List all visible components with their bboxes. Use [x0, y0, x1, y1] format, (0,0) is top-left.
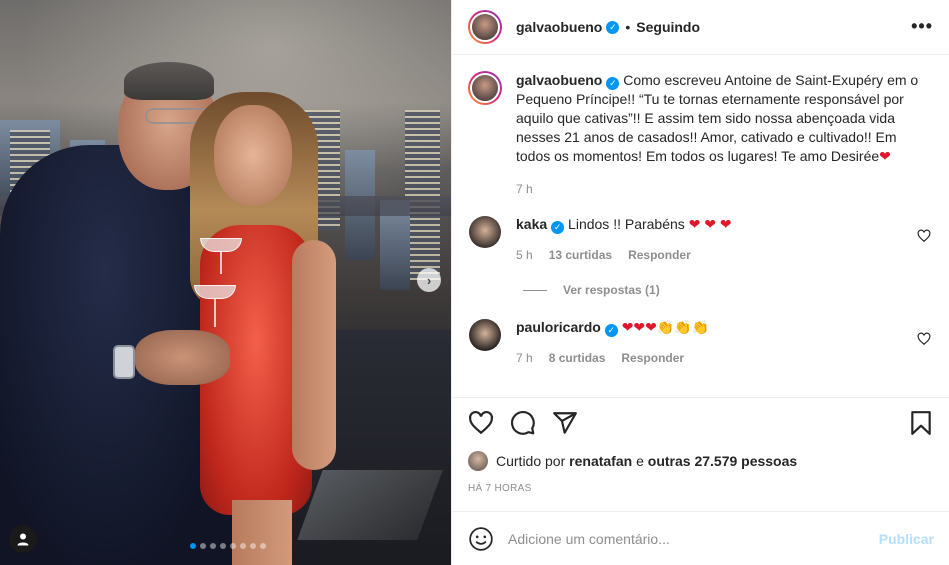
comment-text: Lindos !! Parabéns	[568, 216, 685, 232]
liked-by-others[interactable]: outras 27.579 pessoas	[648, 453, 797, 469]
comment-icon[interactable]	[510, 410, 536, 436]
separator: •	[625, 19, 631, 35]
like-comment-heart-icon[interactable]	[917, 229, 931, 243]
reply-button[interactable]: Responder	[628, 246, 691, 265]
comment-body: kaka ✓ Lindos !! Parabéns ❤ ❤ ❤ 5 h 13 cu…	[516, 215, 926, 265]
photo-building	[405, 110, 440, 280]
carousel-dot	[260, 543, 266, 549]
carousel-dot	[230, 543, 236, 549]
comment-body: pauloricardo ✓ ❤❤❤👏👏👏 7 h 8 curtidas Resp…	[516, 318, 926, 368]
verified-badge-icon: ✓	[606, 77, 620, 90]
carousel-dot	[250, 543, 256, 549]
photo-woman-arm	[292, 240, 336, 470]
share-icon[interactable]	[552, 410, 578, 436]
comments-section: galvaobueno ✓ Como escreveu Antoine de Sa…	[452, 55, 949, 408]
comment-input[interactable]	[508, 530, 879, 547]
like-comment-heart-icon[interactable]	[917, 332, 931, 346]
replies-line	[523, 289, 547, 291]
carousel-dot	[220, 543, 226, 549]
action-icons	[468, 408, 934, 438]
heart-emoji: ❤	[879, 148, 891, 164]
caption-username[interactable]: galvaobueno	[516, 72, 602, 88]
chevron-right-icon: ›	[426, 272, 432, 288]
caption-meta: 7 h	[516, 180, 926, 199]
photo-rooftop	[297, 470, 443, 540]
photo-man-hand	[135, 330, 230, 385]
liked-by-middle: e	[636, 453, 644, 469]
user-icon	[17, 533, 29, 546]
add-comment-bar: Publicar	[452, 511, 949, 565]
caption-body: galvaobueno ✓ Como escreveu Antoine de Sa…	[516, 71, 926, 199]
photo-woman-face	[214, 105, 292, 205]
emoji-icon[interactable]	[468, 526, 494, 552]
photo-glass-stem	[220, 252, 222, 274]
view-replies-button[interactable]: Ver respostas (1)	[523, 283, 933, 297]
verified-badge-icon: ✓	[551, 221, 565, 234]
verified-badge-icon: ✓	[604, 324, 618, 337]
comment-meta: 7 h 8 curtidas Responder	[516, 349, 926, 368]
reply-button[interactable]: Responder	[621, 349, 684, 368]
comment-likes[interactable]: 13 curtidas	[549, 246, 612, 265]
photo-watch	[113, 345, 135, 379]
comment-time[interactable]: 5 h	[516, 246, 533, 265]
heart-emojis: ❤ ❤ ❤	[688, 216, 732, 232]
publish-button[interactable]: Publicar	[879, 531, 934, 547]
comment-username[interactable]: pauloricardo	[516, 319, 601, 335]
liked-by: Curtido por renatafan e outras 27.579 pe…	[468, 451, 934, 471]
comment-item: pauloricardo ✓ ❤❤❤👏👏👏 7 h 8 curtidas Resp…	[468, 318, 933, 368]
commenter-avatar[interactable]	[468, 318, 502, 352]
comment-meta: 5 h 13 curtidas Responder	[516, 246, 926, 265]
instagram-post-modal: › galvaobueno ✓ • Seguindo ••• galvaobue…	[0, 0, 949, 565]
verified-badge-icon: ✓	[606, 20, 620, 34]
liker-avatar[interactable]	[468, 451, 488, 471]
carousel-dot	[190, 543, 196, 549]
post-time-ago[interactable]: HÁ 7 HORAS	[468, 483, 934, 494]
bookmark-icon[interactable]	[908, 410, 934, 436]
heart-emojis: ❤❤❤	[621, 319, 657, 335]
liked-by-prefix: Curtido por	[496, 453, 566, 469]
post-photo[interactable]: ›	[0, 0, 451, 565]
more-options-icon[interactable]: •••	[911, 16, 933, 37]
view-replies-label: Ver respostas (1)	[563, 283, 660, 297]
liked-by-user[interactable]: renatafan	[569, 453, 632, 469]
author-avatar[interactable]	[468, 71, 502, 105]
caption-time[interactable]: 7 h	[516, 180, 533, 199]
comment-item: kaka ✓ Lindos !! Parabéns ❤ ❤ ❤ 5 h 13 cu…	[468, 215, 933, 265]
carousel-dot	[240, 543, 246, 549]
carousel-dot	[210, 543, 216, 549]
carousel-next-button[interactable]: ›	[417, 268, 441, 292]
following-button[interactable]: Seguindo	[636, 19, 700, 35]
carousel-indicator	[190, 543, 266, 549]
photo-man-hair	[124, 62, 214, 100]
author-info: galvaobueno ✓ • Seguindo	[516, 19, 700, 35]
author-username[interactable]: galvaobueno	[516, 19, 602, 35]
photo-glass-stem	[214, 299, 216, 327]
post-header: galvaobueno ✓ • Seguindo •••	[452, 0, 949, 55]
comment-likes[interactable]: 8 curtidas	[549, 349, 606, 368]
author-avatar[interactable]	[468, 10, 502, 44]
photo-woman-legs	[232, 500, 292, 565]
carousel-dot	[200, 543, 206, 549]
comment-username[interactable]: kaka	[516, 216, 547, 232]
commenter-avatar[interactable]	[468, 215, 502, 249]
post-actions: Curtido por renatafan e outras 27.579 pe…	[452, 397, 949, 494]
comment-time[interactable]: 7 h	[516, 349, 533, 368]
post-side-panel: galvaobueno ✓ • Seguindo ••• galvaobueno…	[451, 0, 949, 565]
tagged-users-button[interactable]	[9, 525, 37, 553]
clap-emojis: 👏👏👏	[656, 319, 710, 335]
caption: galvaobueno ✓ Como escreveu Antoine de Sa…	[468, 71, 933, 199]
heart-icon[interactable]	[468, 410, 494, 436]
